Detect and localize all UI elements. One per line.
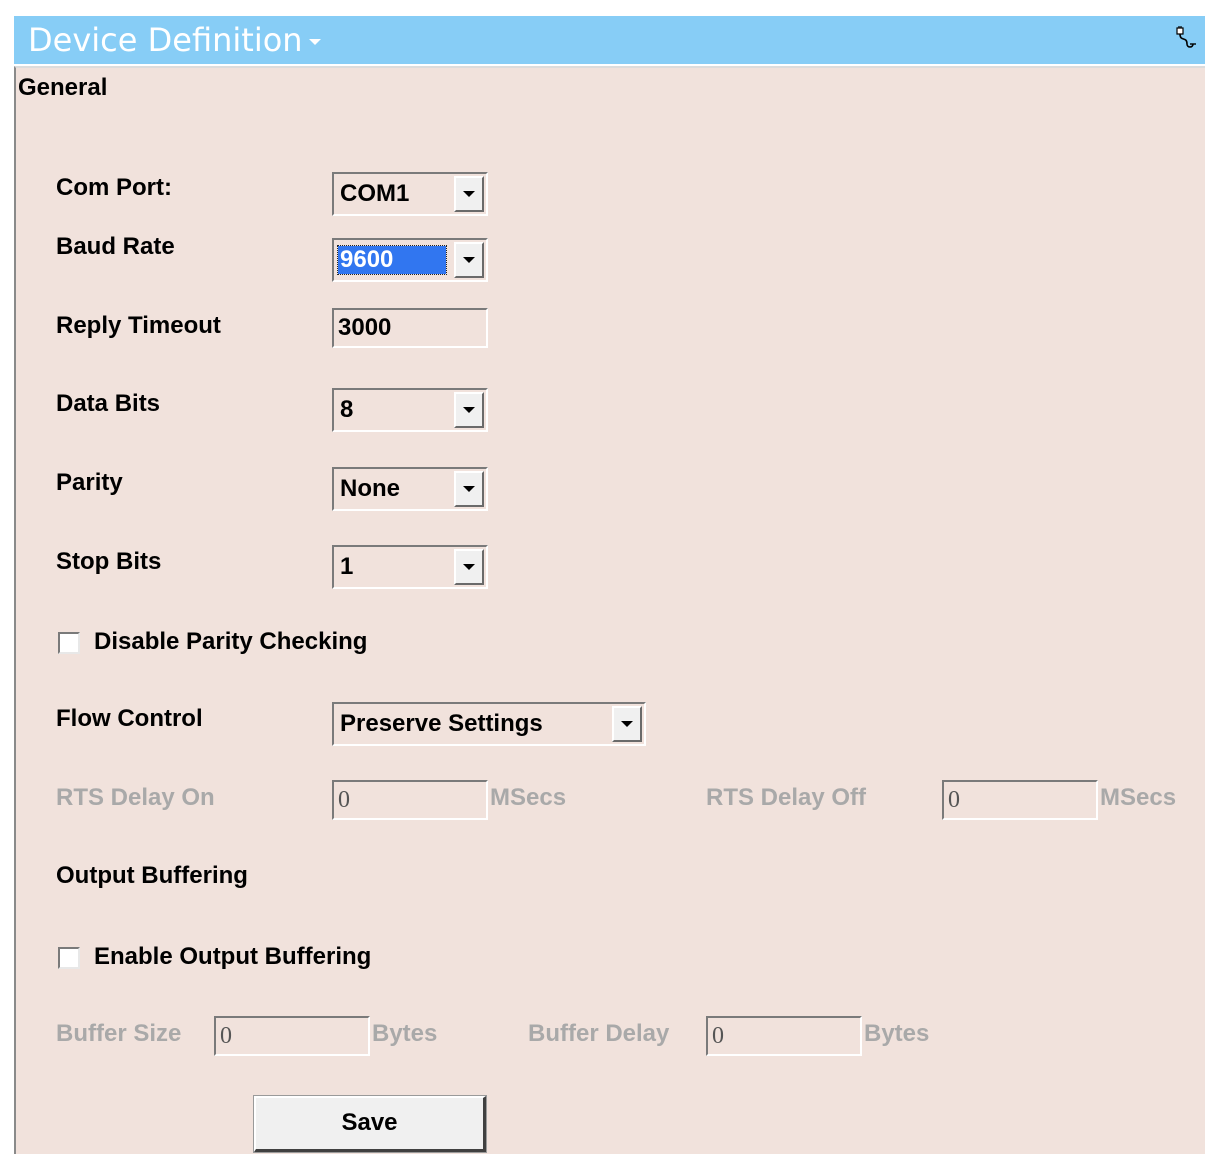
flow-control-value: Preserve Settings: [340, 710, 543, 737]
flow-control-label: Flow Control: [56, 705, 203, 732]
rts-delay-off-input[interactable]: 0: [942, 780, 1098, 820]
com-port-dropdown-button[interactable]: [454, 176, 484, 212]
reply-timeout-label: Reply Timeout: [56, 312, 221, 339]
section-title-general: General: [18, 74, 108, 101]
chevron-down-icon: [621, 721, 633, 727]
parity-select[interactable]: None: [332, 467, 488, 511]
rts-delay-on-unit: MSecs: [490, 784, 567, 811]
chevron-down-icon: [463, 486, 475, 492]
chevron-down-icon: [463, 564, 475, 570]
parity-dropdown-button[interactable]: [454, 471, 484, 507]
device-definition-menu[interactable]: Device Definition: [28, 22, 321, 58]
buffer-size-unit: Bytes: [372, 1020, 438, 1047]
com-port-value: COM1: [340, 180, 410, 207]
flow-control-dropdown-button[interactable]: [612, 706, 642, 742]
general-panel: General Com Port: COM1 Baud Rate 9600 Re…: [14, 66, 1205, 1154]
output-buffering-title: Output Buffering: [56, 862, 248, 889]
header-bar: Device Definition: [14, 16, 1205, 64]
stop-bits-dropdown-button[interactable]: [454, 549, 484, 585]
plug-icon[interactable]: [1171, 24, 1199, 52]
save-button[interactable]: Save: [253, 1095, 487, 1153]
baud-rate-dropdown-button[interactable]: [454, 242, 484, 278]
baud-rate-select[interactable]: 9600: [332, 238, 488, 282]
flow-control-select[interactable]: Preserve Settings: [332, 702, 646, 746]
data-bits-value: 8: [340, 396, 354, 423]
data-bits-label: Data Bits: [56, 390, 161, 417]
disable-parity-label[interactable]: Disable Parity Checking: [94, 628, 367, 656]
buffer-delay-unit: Bytes: [864, 1020, 930, 1047]
com-port-label: Com Port:: [56, 174, 172, 201]
stop-bits-select[interactable]: 1: [332, 545, 488, 589]
parity-value: None: [340, 475, 400, 502]
stop-bits-label: Stop Bits: [56, 548, 162, 575]
data-bits-dropdown-button[interactable]: [454, 392, 484, 428]
buffer-size-input[interactable]: 0: [214, 1016, 370, 1056]
disable-parity-checkbox[interactable]: [58, 632, 80, 654]
baud-rate-value: 9600: [337, 245, 447, 275]
chevron-down-icon: [463, 191, 475, 197]
rts-delay-off-unit: MSecs: [1100, 784, 1177, 811]
header-title: Device Definition: [28, 21, 303, 59]
enable-output-buffering-checkbox[interactable]: [58, 947, 80, 969]
rts-delay-on-label: RTS Delay On: [56, 784, 215, 811]
data-bits-select[interactable]: 8: [332, 388, 488, 432]
buffer-size-label: Buffer Size: [56, 1020, 182, 1047]
buffer-delay-input[interactable]: 0: [706, 1016, 862, 1056]
rts-delay-on-input[interactable]: 0: [332, 780, 488, 820]
chevron-down-icon: [463, 257, 475, 263]
com-port-select[interactable]: COM1: [332, 172, 488, 216]
chevron-down-icon: [463, 407, 475, 413]
baud-rate-label: Baud Rate: [56, 233, 175, 260]
rts-delay-off-label: RTS Delay Off: [706, 784, 867, 811]
caret-down-icon: [308, 39, 321, 45]
stop-bits-value: 1: [340, 553, 354, 580]
enable-output-buffering-label[interactable]: Enable Output Buffering: [94, 943, 371, 971]
reply-timeout-input[interactable]: 3000: [332, 308, 488, 348]
parity-label: Parity: [56, 469, 123, 496]
buffer-delay-label: Buffer Delay: [528, 1020, 670, 1047]
